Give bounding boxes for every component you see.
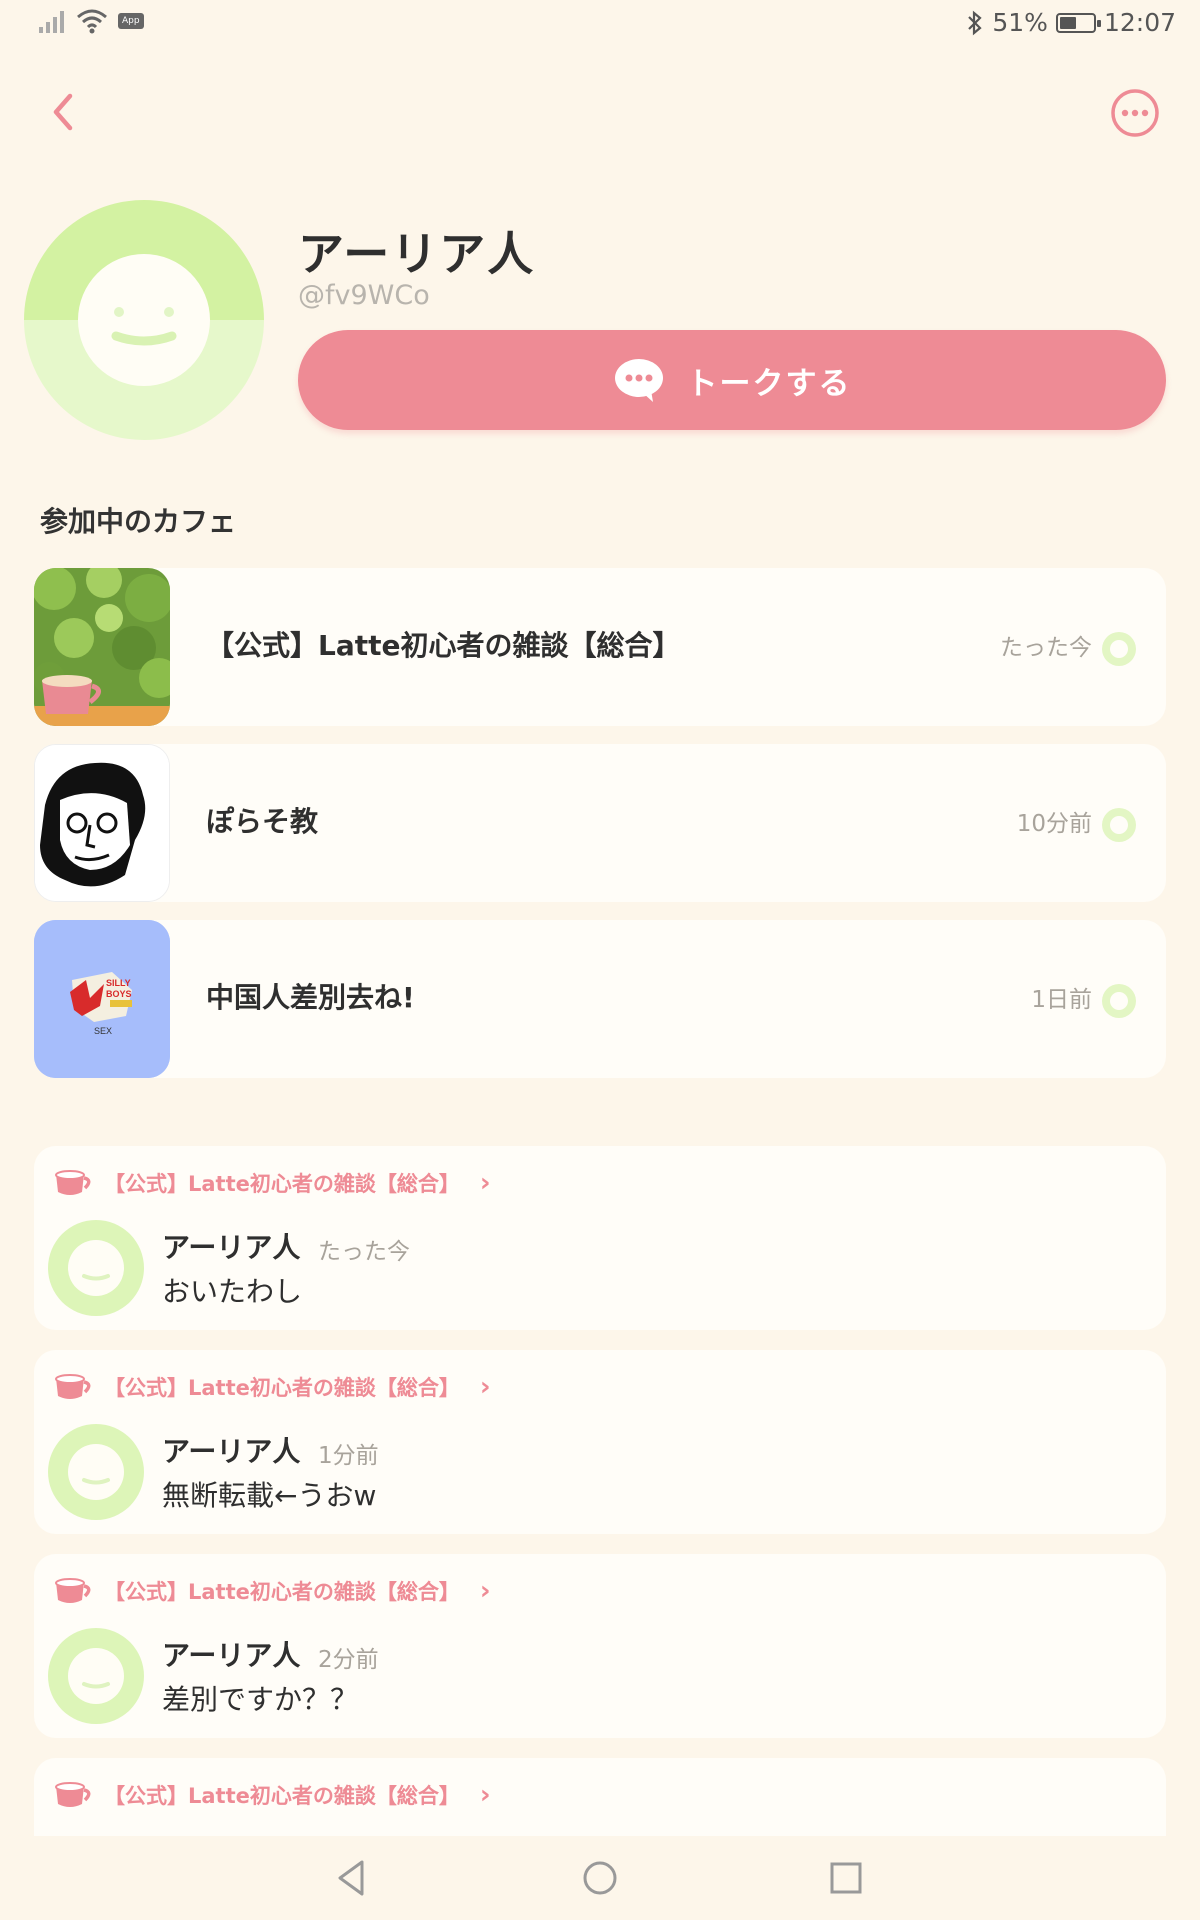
signal-icon <box>39 11 64 33</box>
post-cafe-name: 【公式】Latte初心者の雑談【総合】 <box>104 1376 460 1400</box>
cafe-thumbnail <box>34 744 170 902</box>
more-dots-icon <box>1111 89 1159 137</box>
post-card[interactable]: 【公式】Latte初心者の雑談【総合】 › アーリア人 2分前 差別ですか？？ <box>34 1554 1166 1738</box>
cafe-name: ぽらそ教 <box>206 805 319 838</box>
talk-button-label: トークする <box>686 365 852 402</box>
post-cafe-name: 【公式】Latte初心者の雑談【総合】 <box>104 1784 460 1808</box>
post-time: たった今 <box>318 1239 410 1265</box>
post-author-name: アーリア人 <box>162 1435 301 1468</box>
battery-fill <box>1059 16 1077 29</box>
post-cafe-link[interactable]: 【公式】Latte初心者の雑談【総合】 › <box>54 1372 491 1402</box>
cafe-last-activity: 1日前 <box>1031 987 1092 1013</box>
coffee-cup-icon <box>55 1170 91 1195</box>
post-text: 差別ですか？？ <box>162 1683 359 1716</box>
wifi-icon <box>77 9 107 34</box>
post-cafe-link[interactable]: 【公式】Latte初心者の雑談【総合】 › <box>54 1576 491 1606</box>
battery-percent: 51% <box>992 8 1048 37</box>
post-cafe-link[interactable]: 【公式】Latte初心者の雑談【総合】 › <box>54 1780 491 1810</box>
post-author-name: アーリア人 <box>162 1231 301 1264</box>
cafe-name: 【公式】Latte初心者の雑談【総合】 <box>206 629 681 662</box>
post-cafe-name: 【公式】Latte初心者の雑談【総合】 <box>104 1580 460 1604</box>
more-options-button[interactable] <box>1110 88 1160 138</box>
nav-back-button[interactable] <box>330 1856 374 1900</box>
cafe-item[interactable]: SILLY BOYS SEX 中国人差別去ね! 1日前 <box>34 920 1166 1078</box>
cafe-item[interactable]: 【公式】Latte初心者の雑談【総合】 たった今 <box>34 568 1166 726</box>
post-author-avatar[interactable] <box>48 1424 144 1520</box>
chevron-right-icon: › <box>479 1780 491 1810</box>
chat-bubble-icon <box>614 359 663 402</box>
battery-icon <box>1055 12 1101 33</box>
profile-avatar[interactable] <box>24 200 264 440</box>
post-cafe-name: 【公式】Latte初心者の雑談【総合】 <box>104 1172 460 1196</box>
activity-ring-icon <box>1102 984 1136 1018</box>
svg-text:SILLY: SILLY <box>106 978 131 988</box>
cafe-item[interactable]: ぽらそ教 10分前 <box>34 744 1166 902</box>
smiley-face-icon <box>48 1424 144 1520</box>
coffee-cup-icon <box>55 1578 91 1603</box>
post-author-avatar[interactable] <box>48 1628 144 1724</box>
smiley-face-icon <box>48 1628 144 1724</box>
triangle-back-icon <box>338 1860 364 1896</box>
post-card[interactable]: 【公式】Latte初心者の雑談【総合】 › <box>34 1758 1166 1838</box>
system-nav-bar <box>0 1836 1200 1920</box>
status-bar: App 51% 12:07 <box>0 0 1200 50</box>
post-time: 2分前 <box>318 1647 379 1673</box>
cafe-thumbnail <box>34 568 170 726</box>
chevron-right-icon: › <box>479 1576 491 1606</box>
smiley-face-icon <box>24 200 264 440</box>
post-text: 無断転載←うおw <box>162 1479 377 1512</box>
post-author-avatar[interactable] <box>48 1220 144 1316</box>
app-notification-icon: App <box>118 13 144 29</box>
talk-button[interactable]: トークする <box>298 330 1166 430</box>
square-recents-icon <box>830 1862 862 1894</box>
profile-name: アーリア人 <box>298 227 536 281</box>
coffee-cup-icon <box>55 1782 91 1807</box>
activity-ring-icon <box>1102 632 1136 666</box>
post-cafe-link[interactable]: 【公式】Latte初心者の雑談【総合】 › <box>54 1168 491 1198</box>
bluetooth-icon <box>968 10 983 35</box>
smiley-face-icon <box>48 1220 144 1316</box>
post-time: 1分前 <box>318 1443 379 1469</box>
post-author-name: アーリア人 <box>162 1639 301 1672</box>
clock: 12:07 <box>1103 8 1176 37</box>
cafe-thumbnail: SILLY BOYS SEX <box>34 920 170 1078</box>
back-button[interactable] <box>44 88 84 136</box>
cafe-last-activity: たった今 <box>1000 635 1092 661</box>
post-card[interactable]: 【公式】Latte初心者の雑談【総合】 › アーリア人 1分前 無断転載←うおw <box>34 1350 1166 1534</box>
coffee-cup-icon <box>55 1374 91 1399</box>
activity-ring-icon <box>1102 808 1136 842</box>
circle-home-icon <box>583 1861 617 1895</box>
nav-home-button[interactable] <box>578 1856 622 1900</box>
joined-cafes-heading: 参加中のカフェ <box>40 505 237 538</box>
cafe-last-activity: 10分前 <box>1016 811 1092 837</box>
post-text: おいたわし <box>162 1275 303 1308</box>
chevron-left-icon <box>53 93 73 131</box>
svg-text:SEX: SEX <box>94 1026 112 1036</box>
cafe-name: 中国人差別去ね! <box>206 981 415 1014</box>
svg-text:BOYS: BOYS <box>106 989 132 999</box>
post-card[interactable]: 【公式】Latte初心者の雑談【総合】 › アーリア人 たった今 おいたわし <box>34 1146 1166 1330</box>
profile-handle: @fv9WCo <box>298 280 430 311</box>
nav-recents-button[interactable] <box>824 1856 868 1900</box>
chevron-right-icon: › <box>479 1168 491 1198</box>
chevron-right-icon: › <box>479 1372 491 1402</box>
